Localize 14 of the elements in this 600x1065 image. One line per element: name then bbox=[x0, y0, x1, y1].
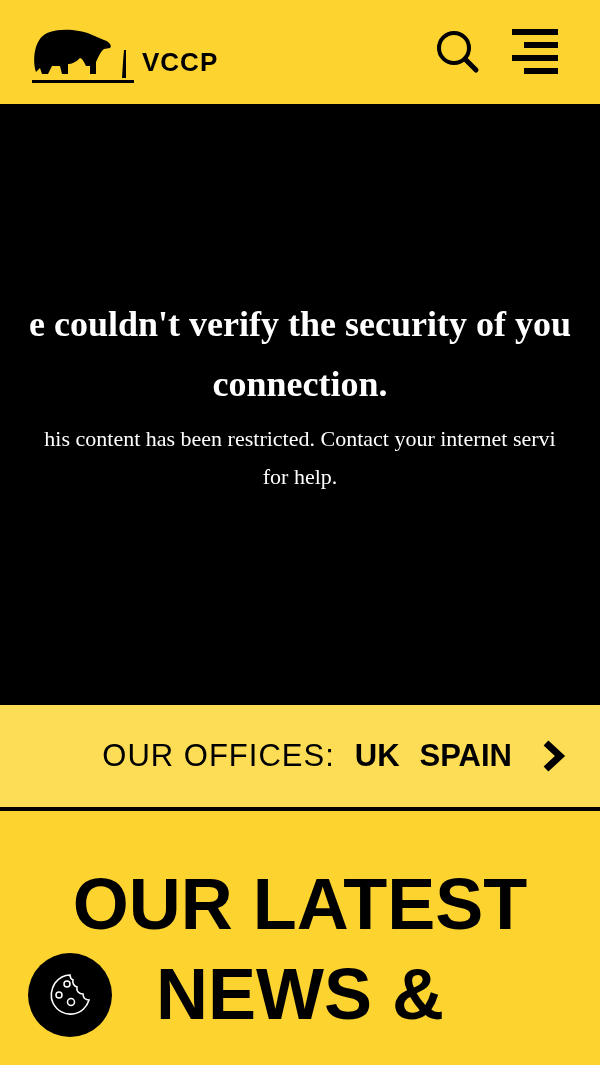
notice-message: for help. bbox=[262, 462, 338, 491]
notice-title: connection. bbox=[212, 362, 388, 406]
notice-title: e couldn't verify the security of you bbox=[29, 302, 571, 346]
offices-label: OUR OFFICES: bbox=[102, 738, 335, 774]
logo-link[interactable]: VCCP bbox=[28, 22, 219, 84]
office-link[interactable]: UK bbox=[354, 738, 400, 774]
menu-icon[interactable] bbox=[512, 29, 558, 75]
search-icon[interactable] bbox=[434, 29, 480, 75]
section-heading: NEWS & bbox=[156, 953, 444, 1036]
chevron-right-icon[interactable] bbox=[542, 739, 566, 773]
office-link[interactable]: SPAIN bbox=[419, 738, 512, 774]
notice-message: his content has been restricted. Contact your internet servi bbox=[44, 424, 556, 453]
section-heading: OUR LATEST bbox=[72, 863, 528, 946]
logo-text: VCCP bbox=[142, 47, 219, 78]
